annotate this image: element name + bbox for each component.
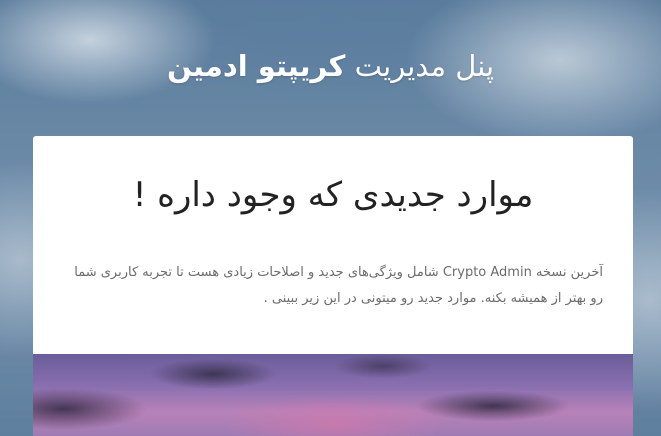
card-sky-image [33,354,633,436]
card-description: آخرین نسخه Crypto Admin شامل ویژگی‌های ج… [74,265,603,306]
page-title: پنل مدیریت کریپتو ادمین [0,44,661,88]
page: { "header": { "title_regular": "پنل مدیر… [0,0,661,436]
page-title-regular: پنل مدیریت [354,49,495,83]
card-heading: موارد جدیدی که وجود داره ! [132,175,534,215]
page-title-bold: کریپتو ادمین [166,49,346,83]
whats-new-card: موارد جدیدی که وجود داره ! آخرین نسخه Cr… [33,136,633,436]
